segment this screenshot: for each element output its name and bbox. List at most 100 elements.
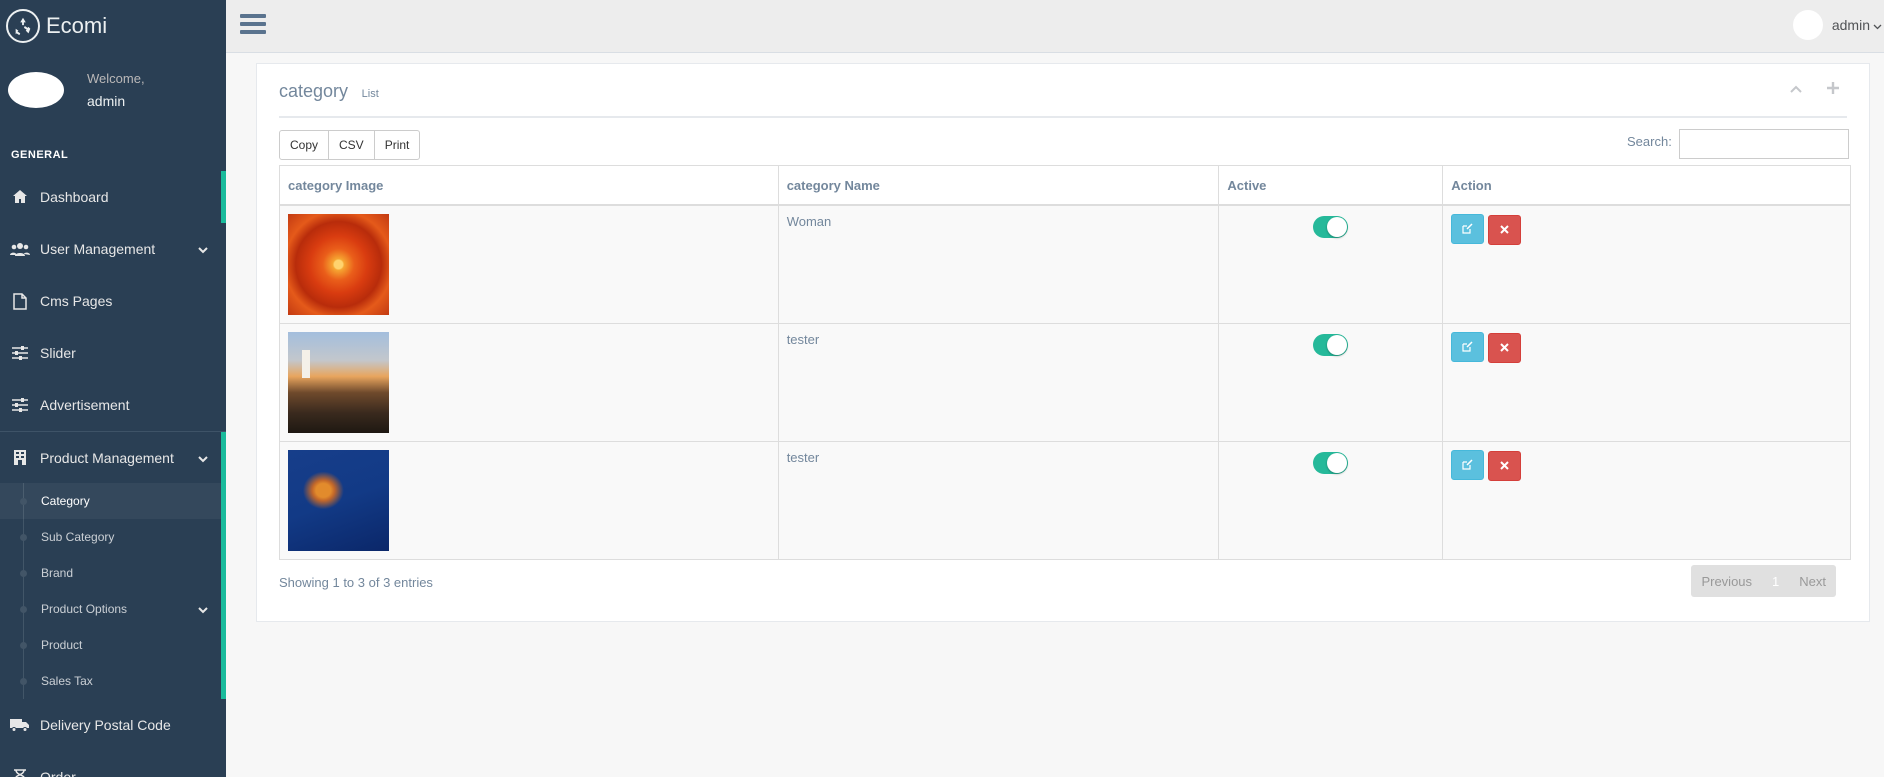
submenu-item-label: Product	[41, 638, 83, 652]
user-avatar	[1792, 10, 1823, 40]
csv-button[interactable]: CSV	[328, 130, 375, 160]
column-header[interactable]: Active	[1218, 165, 1444, 206]
bullet-icon	[20, 534, 27, 541]
page-subtitle: List	[361, 88, 379, 100]
export-buttons: Copy CSV Print	[279, 130, 421, 160]
edit-icon	[1462, 223, 1473, 234]
building-icon	[10, 448, 30, 468]
page-title: category	[279, 81, 349, 101]
sliders-icon	[10, 343, 30, 363]
category-image	[288, 213, 389, 315]
collapse-icon[interactable]	[1789, 82, 1803, 97]
sidebar: Ecomi Welcome, admin GENERAL Dashboard U…	[0, 0, 226, 777]
bullet-icon	[20, 606, 27, 613]
edit-button[interactable]	[1451, 449, 1485, 480]
sidebar-item-cms-pages[interactable]: Cms Pages	[0, 275, 226, 327]
search-input[interactable]	[1679, 129, 1849, 159]
category-image	[288, 331, 389, 433]
category-name: tester	[777, 322, 1220, 442]
sidebar-item-order[interactable]: Order	[0, 751, 226, 777]
column-header[interactable]: category Name	[777, 165, 1220, 206]
submenu-item-label: Product Options	[41, 602, 128, 616]
active-toggle[interactable]	[1313, 451, 1349, 474]
welcome-text: Welcome,	[87, 70, 145, 86]
table-row: Woman	[279, 204, 1851, 324]
recycle-icon	[6, 9, 40, 43]
sidebar-item-label: Delivery Postal Code	[40, 717, 171, 733]
profile: Welcome, admin	[0, 52, 226, 127]
close-icon	[1500, 343, 1509, 352]
submenu-item-brand[interactable]: Brand	[0, 555, 226, 591]
category-name: tester	[777, 440, 1220, 560]
table-info: Showing 1 to 3 of 3 entries	[279, 575, 433, 590]
profile-avatar	[8, 71, 64, 108]
delete-button[interactable]	[1488, 332, 1522, 363]
sidebar-item-label: Order	[40, 769, 76, 777]
submenu-item-sub-category[interactable]: Sub Category	[0, 519, 226, 555]
sidebar-item-label: Advertisement	[40, 397, 130, 413]
submenu-item-product-options[interactable]: Product Options	[0, 591, 226, 627]
product-submenu: Category Sub Category Brand Product Opti…	[0, 483, 226, 699]
previous-button[interactable]: Previous	[1691, 574, 1762, 589]
panel-title: category List	[279, 81, 1847, 118]
active-toggle[interactable]	[1313, 215, 1349, 238]
submenu-item-label: Sales Tax	[41, 674, 93, 688]
page-button[interactable]: 1	[1762, 574, 1789, 589]
user-dropdown[interactable]: admin	[1792, 10, 1884, 40]
submenu-item-sales-tax[interactable]: Sales Tax	[0, 663, 226, 699]
bullet-icon	[20, 570, 27, 577]
file-icon	[10, 291, 30, 311]
submenu-item-product[interactable]: Product	[0, 627, 226, 663]
edit-icon	[1462, 341, 1473, 352]
section-title: GENERAL	[11, 149, 69, 161]
home-icon	[10, 187, 30, 207]
sidebar-item-delivery-postal-code[interactable]: Delivery Postal Code	[0, 699, 226, 751]
submenu-item-label: Category	[41, 494, 90, 508]
bullet-icon	[20, 678, 27, 685]
profile-name: admin	[87, 92, 126, 109]
copy-button[interactable]: Copy	[279, 130, 330, 160]
next-button[interactable]: Next	[1789, 574, 1836, 589]
category-table: category Image category Name Active Acti…	[279, 165, 1851, 560]
close-icon	[1500, 461, 1509, 470]
plus-icon[interactable]	[1827, 82, 1839, 97]
table-row: tester	[279, 440, 1851, 560]
category-panel: category List Copy CSV Print Search: cat…	[256, 63, 1870, 622]
edit-icon	[1462, 459, 1473, 470]
submenu-item-label: Brand	[41, 566, 74, 580]
table-header-row: category Image category Name Active Acti…	[279, 165, 1851, 206]
print-button[interactable]: Print	[373, 130, 421, 160]
sidebar-item-advertisement[interactable]: Advertisement	[0, 379, 226, 431]
sidebar-item-user-management[interactable]: User Management	[0, 223, 226, 275]
users-icon	[10, 239, 30, 259]
bullet-icon	[20, 498, 27, 505]
active-toggle[interactable]	[1313, 333, 1349, 356]
sidebar-item-label: Dashboard	[40, 189, 109, 205]
hamburger-menu-icon[interactable]	[240, 12, 266, 36]
pagination: Previous 1 Next	[1691, 565, 1836, 597]
hourglass-icon	[10, 767, 30, 777]
close-icon	[1500, 225, 1509, 234]
delete-button[interactable]	[1488, 214, 1522, 245]
brand[interactable]: Ecomi	[0, 0, 226, 52]
truck-icon	[10, 715, 30, 735]
sidebar-item-product-management[interactable]: Product Management	[0, 431, 226, 483]
column-header[interactable]: category Image	[279, 165, 779, 206]
sidebar-item-label: Cms Pages	[40, 293, 113, 309]
sidebar-item-dashboard[interactable]: Dashboard	[0, 171, 226, 223]
chevron-down-icon	[1873, 18, 1882, 33]
brand-title: Ecomi	[46, 13, 108, 38]
delete-button[interactable]	[1488, 450, 1522, 481]
sliders-icon	[10, 395, 30, 415]
sidebar-item-label: Product Management	[40, 449, 174, 466]
bullet-icon	[20, 642, 27, 649]
column-header[interactable]: Action	[1442, 165, 1851, 206]
submenu-item-label: Sub Category	[41, 530, 115, 544]
sidebar-item-slider[interactable]: Slider	[0, 327, 226, 379]
chevron-down-icon	[198, 603, 208, 617]
edit-button[interactable]	[1451, 331, 1485, 362]
sidebar-item-label: User Management	[40, 241, 156, 257]
submenu-item-category[interactable]: Category	[0, 483, 226, 519]
search-label: Search:	[1627, 134, 1672, 149]
edit-button[interactable]	[1451, 213, 1485, 244]
